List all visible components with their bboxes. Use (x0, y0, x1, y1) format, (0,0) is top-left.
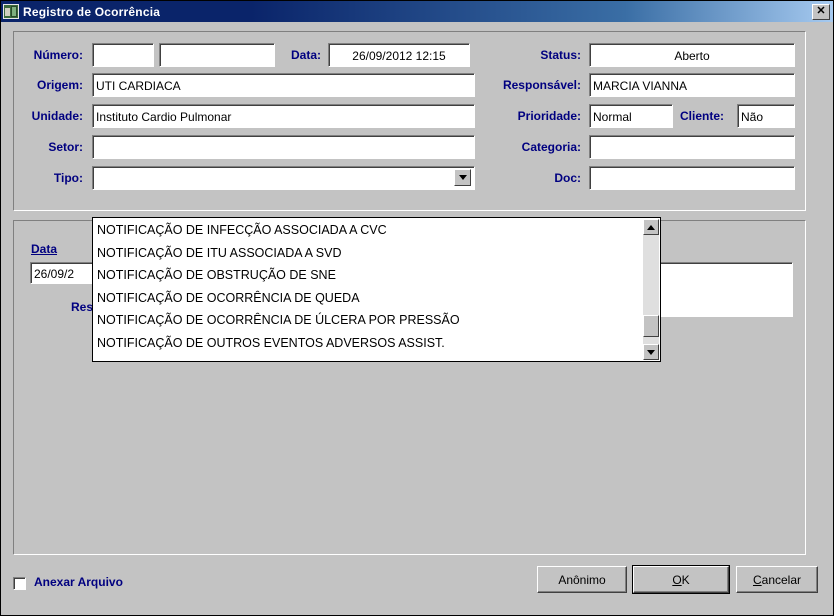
cancelar-button-label-rest: ancelar (761, 572, 802, 587)
detail-data-header: Data (31, 242, 58, 256)
title-bar: Registro de Ocorrência ✕ (1, 1, 833, 22)
status-input-value: Aberto (674, 49, 710, 63)
anonimo-button-label: Anônimo (558, 572, 606, 587)
cliente-label: Cliente: (680, 109, 725, 123)
responsavel-input-value: MARCIA VIANNA (593, 79, 688, 93)
data-label: Data: (290, 48, 321, 62)
cliente-input-value: Não (741, 110, 764, 124)
categoria-label: Categoria: (521, 140, 581, 154)
categoria-input[interactable] (589, 135, 795, 159)
dialog-client-area: Número: Data: 26/09/2012 12:15 Status: A… (1, 22, 833, 615)
unidade-input-value: Instituto Cardio Pulmonar (96, 110, 232, 124)
scrollbar-thumb[interactable] (643, 315, 659, 337)
close-icon[interactable]: ✕ (812, 3, 830, 20)
doc-input[interactable] (589, 166, 795, 190)
unidade-label: Unidade: (31, 109, 83, 123)
ok-button[interactable]: OK (632, 565, 730, 594)
scroll-down-arrow-icon[interactable] (643, 344, 659, 360)
origem-input-value: UTI CARDIACA (96, 79, 181, 93)
tipo-combobox[interactable] (92, 166, 475, 190)
categoria-input-value (590, 136, 794, 137)
scroll-down-glyph (647, 349, 655, 355)
dropdown-scrollbar[interactable] (643, 219, 659, 360)
ok-button-label-rest: K (681, 572, 690, 587)
status-input[interactable]: Aberto (589, 43, 795, 67)
tipo-combobox-value (93, 167, 474, 168)
numero-input-1-value (93, 44, 153, 45)
responsavel-input[interactable]: MARCIA VIANNA (589, 73, 795, 97)
numero-input-2-value (160, 44, 274, 45)
origem-label: Origem: (36, 78, 83, 92)
cliente-input[interactable]: Não (737, 104, 795, 128)
doc-label: Doc: (554, 171, 581, 185)
doc-input-value (590, 167, 794, 168)
list-item[interactable]: NOTIFICAÇÃO DE OCORRÊNCIA DE ÚLCERA POR … (95, 309, 642, 332)
anonimo-button[interactable]: Anônimo (537, 566, 627, 593)
unidade-input[interactable]: Instituto Cardio Pulmonar (92, 104, 475, 128)
status-label: Status: (540, 48, 581, 62)
setor-input[interactable] (92, 135, 475, 159)
origem-input[interactable]: UTI CARDIACA (92, 73, 475, 97)
tipo-dropdown-items: NOTIFICAÇÃO DE INFECÇÃO ASSOCIADA A CVC … (95, 219, 642, 361)
tipo-label: Tipo: (53, 171, 83, 185)
list-item[interactable]: NOTIFICAÇÃO DE OUTROS EVENTOS ADVERSOS A… (95, 332, 642, 355)
scroll-up-glyph (647, 224, 655, 230)
application-icon (3, 4, 19, 19)
scroll-up-arrow-icon[interactable] (643, 219, 659, 235)
detail-resposta-value (652, 263, 792, 264)
cancelar-button-label-accel: C (752, 572, 762, 587)
cancelar-button[interactable]: Cancelar (736, 566, 818, 593)
ok-button-label-accel: O (672, 572, 682, 587)
prioridade-input[interactable]: Normal (589, 104, 673, 128)
tipo-dropdown-list[interactable]: NOTIFICAÇÃO DE INFECÇÃO ASSOCIADA A CVC … (92, 217, 661, 362)
detail-resposta-label: Res (70, 300, 93, 314)
detail-resposta-textarea[interactable] (651, 262, 793, 317)
list-item[interactable]: NOTIFICAÇÃO DE OCORRÊNCIA DE QUEDA (95, 287, 642, 310)
prioridade-input-value: Normal (593, 110, 632, 124)
anexar-arquivo-label[interactable]: Anexar Arquivo (34, 575, 123, 589)
setor-label: Setor: (48, 140, 83, 154)
numero-label: Número: (33, 48, 83, 62)
dialog-window: Registro de Ocorrência ✕ Número: Data: 2… (0, 0, 834, 616)
list-item[interactable]: NOTIFICAÇÃO DE OBSTRUÇÃO DE SNE (95, 264, 642, 287)
anexar-arquivo-checkbox[interactable] (13, 577, 26, 590)
numero-input-1[interactable] (92, 43, 154, 67)
list-item[interactable]: NOTIFICAÇÃO DE INFECÇÃO ASSOCIADA A CVC (95, 219, 642, 242)
prioridade-label: Prioridade: (517, 109, 581, 123)
window-title: Registro de Ocorrência (23, 4, 161, 19)
list-item[interactable]: NOTIFICAÇÃO DE ITU ASSOCIADA A SVD (95, 242, 642, 265)
responsavel-label: Responsável: (502, 78, 581, 92)
setor-input-value (93, 136, 474, 137)
